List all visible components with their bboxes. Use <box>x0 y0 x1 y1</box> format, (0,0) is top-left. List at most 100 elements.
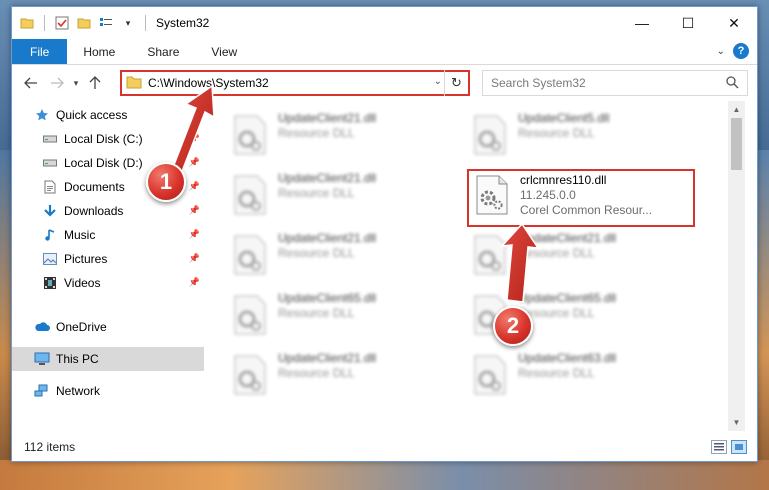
file-item[interactable]: UpdateClient63.dll Resource DLL <box>448 349 678 399</box>
scroll-up-arrow-icon[interactable]: ▲ <box>728 101 745 118</box>
maximize-button[interactable]: ☐ <box>665 7 711 39</box>
address-path[interactable]: C:\Windows\System32 <box>148 76 269 90</box>
step-2-badge: 2 <box>493 306 533 346</box>
file-item[interactable]: UpdateClient21.dll Resource DLL <box>208 109 438 159</box>
desktop-background-right <box>757 150 769 490</box>
sidebar-item-label: This PC <box>56 352 99 366</box>
network-icon <box>34 383 50 399</box>
help-icon[interactable]: ? <box>733 43 749 59</box>
music-icon <box>42 227 58 243</box>
sidebar-item-label: Quick access <box>56 108 128 122</box>
file-item[interactable]: UpdateClient21.dll Resource DLL <box>208 229 438 279</box>
sidebar-item-label: Downloads <box>64 204 124 218</box>
file-name: UpdateClient65.dll <box>518 291 617 305</box>
scroll-thumb[interactable] <box>731 118 742 170</box>
tab-file[interactable]: File <box>12 39 68 64</box>
sidebar-item-local-disk-c[interactable]: Local Disk (C:) 📌 <box>42 127 204 151</box>
file-name: UpdateClient5.dll <box>518 111 610 125</box>
file-type: Resource DLL <box>518 126 595 140</box>
dll-gear-icon <box>232 355 272 399</box>
sidebar-item-label: OneDrive <box>56 320 107 334</box>
close-button[interactable]: ✕ <box>711 7 757 39</box>
details-view-icon[interactable] <box>711 440 727 454</box>
properties-icon[interactable] <box>53 14 71 32</box>
ribbon-right-controls: ⌄ ? <box>717 43 749 59</box>
dll-gear-icon <box>232 235 272 279</box>
sidebar-item-videos[interactable]: Videos 📌 <box>42 271 204 295</box>
navigation-bar: ▾ C:\Windows\System32 ⌄ ↻ <box>12 66 757 100</box>
tab-view[interactable]: View <box>195 39 253 64</box>
ribbon-tabs: File Home Share View ⌄ ? <box>12 39 757 65</box>
back-arrow-icon[interactable] <box>18 70 44 96</box>
status-bar: 112 items <box>12 431 757 461</box>
sidebar-item-onedrive[interactable]: OneDrive <box>34 315 226 339</box>
file-type: Resource DLL <box>518 306 595 320</box>
address-dropdown-chevron-icon[interactable]: ⌄ <box>434 76 442 87</box>
file-item[interactable]: UpdateClient5.dll Resource DLL <box>448 109 678 159</box>
list-view-icon[interactable] <box>97 14 115 32</box>
file-type: Resource DLL <box>518 366 595 380</box>
search-box[interactable] <box>482 70 748 96</box>
sidebar-item-quick-access[interactable]: Quick access <box>34 103 226 127</box>
sidebar-item-pictures[interactable]: Pictures 📌 <box>42 247 204 271</box>
file-item[interactable]: UpdateClient65.dll Resource DLL <box>208 289 438 339</box>
file-type: Resource DLL <box>278 126 355 140</box>
forward-arrow-icon[interactable] <box>44 70 70 96</box>
pin-icon[interactable]: 📌 <box>189 133 200 144</box>
sidebar-item-label: Pictures <box>64 252 108 266</box>
customize-toolbar-chevron-icon[interactable]: ▾ <box>119 14 137 32</box>
pin-icon[interactable]: 📌 <box>189 181 200 192</box>
file-type: Resource DLL <box>278 186 355 200</box>
pin-icon[interactable]: 📌 <box>189 229 200 240</box>
search-input[interactable] <box>491 76 711 90</box>
folder-icon <box>126 75 142 92</box>
file-item[interactable]: UpdateClient21.dll Resource DLL <box>208 349 438 399</box>
tab-home[interactable]: Home <box>67 39 131 64</box>
file-item[interactable]: UpdateClient21.dll Resource DLL <box>448 229 678 279</box>
pin-icon[interactable]: 📌 <box>189 253 200 264</box>
pin-icon[interactable]: 📌 <box>189 277 200 288</box>
file-type: Resource DLL <box>278 246 355 260</box>
dll-gear-icon <box>472 235 512 279</box>
dll-gear-icon <box>472 115 512 159</box>
new-folder-icon[interactable] <box>75 14 93 32</box>
sidebar-item-downloads[interactable]: Downloads 📌 <box>42 199 204 223</box>
sidebar-item-music[interactable]: Music 📌 <box>42 223 204 247</box>
sidebar-item-this-pc[interactable]: This PC <box>12 347 204 371</box>
documents-icon <box>42 179 58 195</box>
recent-locations-chevron-icon[interactable]: ▾ <box>70 70 82 96</box>
file-name: UpdateClient21.dll <box>278 171 377 185</box>
vertical-scrollbar[interactable]: ▲ ▼ <box>728 101 745 431</box>
minimize-button[interactable]: — <box>619 7 665 39</box>
sidebar-item-network[interactable]: Network <box>34 379 226 403</box>
computer-icon <box>34 351 50 367</box>
pin-icon[interactable]: 📌 <box>189 157 200 168</box>
navigation-pane: Quick access Local Disk (C:) 📌 Local Dis… <box>12 101 208 431</box>
window-title: System32 <box>156 16 210 30</box>
up-arrow-icon[interactable] <box>82 70 108 96</box>
file-item[interactable]: UpdateClient65.dll Resource DLL <box>448 289 678 339</box>
title-bar: ▾ System32 — ☐ ✕ <box>12 7 757 39</box>
pin-icon[interactable]: 📌 <box>189 205 200 216</box>
scroll-down-arrow-icon[interactable]: ▼ <box>728 414 745 431</box>
file-name: UpdateClient21.dll <box>278 351 377 365</box>
step-1-badge: 1 <box>146 162 186 202</box>
sidebar-item-label: Local Disk (C:) <box>64 132 143 146</box>
large-icons-view-icon[interactable] <box>731 440 747 454</box>
file-list: UpdateClient21.dll Resource DLL UpdateCl… <box>208 101 728 431</box>
tab-share[interactable]: Share <box>131 39 195 64</box>
expand-ribbon-chevron-icon[interactable]: ⌄ <box>717 46 725 57</box>
item-count: 112 items <box>24 440 76 454</box>
file-name: UpdateClient21.dll <box>518 231 617 245</box>
quick-access-toolbar: ▾ <box>12 14 150 32</box>
search-icon[interactable] <box>726 76 739 92</box>
videos-icon <box>42 275 58 291</box>
dll-gear-icon <box>472 355 512 399</box>
highlight-box-file <box>467 169 695 227</box>
address-bar[interactable]: C:\Windows\System32 ⌄ ↻ <box>120 70 470 96</box>
downloads-icon <box>42 203 58 219</box>
refresh-icon[interactable]: ↻ <box>444 70 468 96</box>
file-item[interactable]: UpdateClient21.dll Resource DLL <box>208 169 438 219</box>
desktop-background-bottom <box>0 460 769 490</box>
qat-separator <box>44 15 45 31</box>
